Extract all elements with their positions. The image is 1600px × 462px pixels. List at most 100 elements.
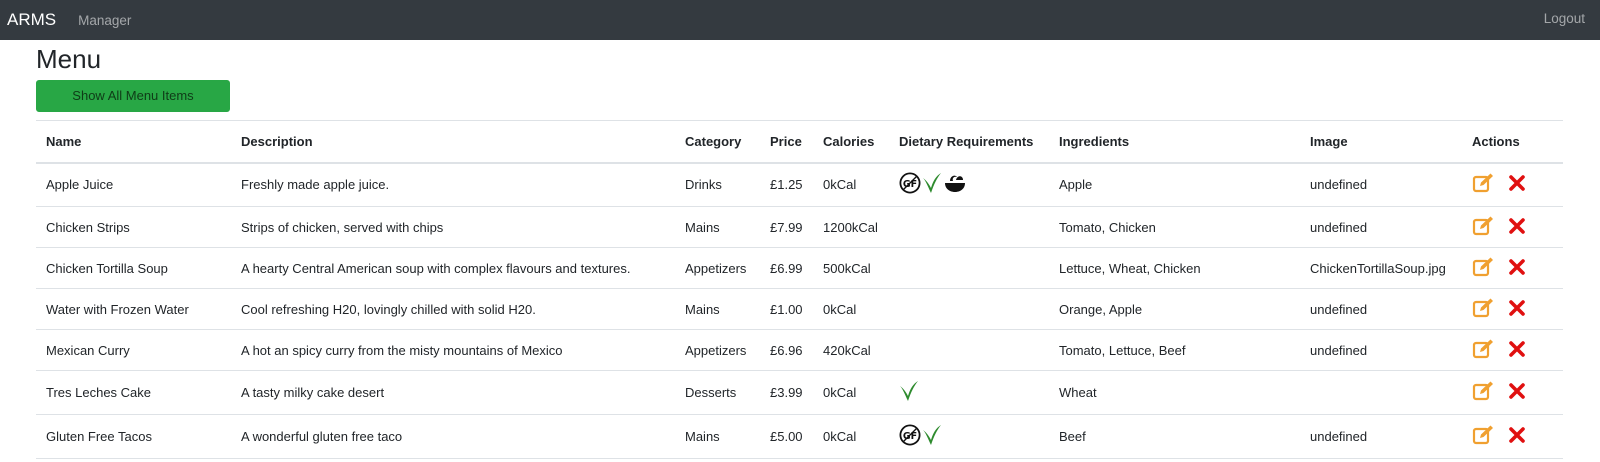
vegan-leaf-icon — [922, 424, 942, 446]
cell-ingredients: Apple — [1059, 177, 1093, 193]
cell-image: undefined — [1310, 219, 1368, 235]
delete-icon[interactable] — [1506, 256, 1528, 278]
cell-calories: 0kCal — [823, 301, 857, 317]
halal-bowl-icon — [943, 172, 967, 194]
row-actions — [1472, 172, 1528, 194]
cell-ingredients: Orange, Apple — [1059, 301, 1143, 317]
cell-price: £3.99 — [770, 385, 803, 400]
cell-category: Appetizers — [685, 260, 747, 276]
row-actions — [1472, 256, 1528, 278]
header-calories: Calories — [813, 120, 889, 164]
cell-calories: 420kCal — [823, 342, 871, 358]
row-actions — [1472, 380, 1528, 402]
cell-actions — [1462, 163, 1563, 207]
edit-icon[interactable] — [1472, 172, 1494, 194]
cell-price: £1.25 — [770, 177, 803, 193]
gluten-free-icon: GF — [899, 172, 921, 194]
cell-category: Drinks — [685, 177, 722, 193]
cell-dietary-requirements — [889, 289, 1049, 330]
cell-description: Freshly made apple juice. — [241, 177, 390, 193]
cell-category: Mains — [685, 301, 720, 317]
cell-image — [1300, 371, 1462, 415]
delete-icon[interactable] — [1506, 338, 1528, 360]
cell-category: Mains — [685, 219, 720, 235]
logout-link[interactable]: Logout — [1544, 11, 1585, 26]
header-actions: Actions — [1462, 120, 1563, 164]
delete-icon[interactable] — [1506, 172, 1528, 194]
header-name: Name — [36, 120, 231, 164]
cell-name: Mexican Curry — [46, 342, 130, 358]
cell-name: Tres Leches Cake — [46, 385, 152, 400]
cell-price: £5.00 — [770, 429, 803, 444]
cell-actions — [1462, 289, 1563, 330]
cell-dietary-requirements — [889, 371, 1049, 415]
table-row: Gluten Free Tacos A wonderful gluten free… — [36, 415, 1563, 459]
edit-icon[interactable] — [1472, 297, 1494, 319]
cell-price: £7.99 — [770, 219, 803, 235]
edit-icon[interactable] — [1472, 256, 1494, 278]
cell-image: ChickenTortillaSoup.jpg — [1310, 260, 1446, 276]
cell-ingredients: Beef — [1059, 429, 1086, 444]
cell-ingredients: Wheat — [1059, 385, 1097, 400]
cell-dietary-requirements: GF — [889, 163, 1049, 207]
cell-name: Water with Frozen Water — [46, 301, 189, 317]
cell-description: Cool refreshing H20, lovingly chilled wi… — [241, 301, 536, 317]
table-row: Mexican Curry A hot an spicy curry from t… — [36, 330, 1563, 371]
cell-dietary-requirements — [889, 330, 1049, 371]
row-actions — [1472, 297, 1528, 319]
header-category: Category — [675, 120, 760, 164]
cell-name: Chicken Strips — [46, 219, 130, 235]
header-description: Description — [231, 120, 675, 164]
table-row: Apple Juice Freshly made apple juice. Drin… — [36, 163, 1563, 207]
delete-icon[interactable] — [1506, 424, 1528, 446]
top-navbar: ARMS Manager Logout — [0, 0, 1600, 40]
row-actions — [1472, 338, 1528, 360]
show-all-menu-items-button[interactable]: Show All Menu Items — [36, 80, 230, 112]
delete-icon[interactable] — [1506, 215, 1528, 237]
cell-calories: 0kCal — [823, 429, 857, 444]
cell-category: Appetizers — [685, 342, 747, 358]
delete-icon[interactable] — [1506, 380, 1528, 402]
dietary-icons: GF — [899, 172, 967, 194]
edit-icon[interactable] — [1472, 424, 1494, 446]
cell-calories: 0kCal — [823, 385, 857, 400]
table-row: Tres Leches Cake A tasty milky cake deser… — [36, 371, 1563, 415]
cell-ingredients: Lettuce, Wheat, Chicken — [1059, 260, 1201, 276]
cell-description: Strips of chicken, served with chips — [241, 219, 444, 235]
edit-icon[interactable] — [1472, 338, 1494, 360]
cell-image: undefined — [1310, 301, 1368, 317]
cell-category: Desserts — [685, 385, 737, 400]
cell-actions — [1462, 207, 1563, 248]
brand-link[interactable]: ARMS — [7, 10, 56, 30]
cell-ingredients: Tomato, Lettuce, Beef — [1059, 342, 1186, 358]
cell-description: A hearty Central American soup with comp… — [241, 260, 631, 276]
cell-price: £1.00 — [770, 301, 803, 317]
cell-ingredients: Tomato, Chicken — [1059, 219, 1156, 235]
cell-calories: 500kCal — [823, 260, 871, 276]
header-price: Price — [760, 120, 813, 164]
cell-calories: 0kCal — [823, 177, 857, 193]
cell-price: £6.99 — [770, 260, 803, 276]
edit-icon[interactable] — [1472, 380, 1494, 402]
table-row: Water with Frozen Water Cool refreshing H… — [36, 289, 1563, 330]
cell-image: undefined — [1310, 342, 1368, 358]
cell-name: Apple Juice — [46, 177, 114, 193]
page-title: Menu — [36, 44, 102, 74]
header-image: Image — [1300, 120, 1462, 164]
cell-actions — [1462, 371, 1563, 415]
header-ingredients: Ingredients — [1049, 120, 1300, 164]
vegan-leaf-icon — [922, 172, 942, 194]
delete-icon[interactable] — [1506, 297, 1528, 319]
cell-image: undefined — [1310, 429, 1368, 444]
cell-calories: 1200kCal — [823, 219, 878, 235]
cell-price: £6.96 — [770, 342, 803, 358]
dietary-icons — [899, 380, 919, 402]
row-actions — [1472, 424, 1528, 446]
vegan-leaf-icon — [899, 380, 919, 402]
cell-dietary-requirements — [889, 248, 1049, 289]
nav-manager-link[interactable]: Manager — [78, 13, 131, 28]
header-dietary-requirements: Dietary Requirements — [889, 120, 1049, 164]
cell-category: Mains — [685, 429, 720, 444]
cell-actions — [1462, 248, 1563, 289]
edit-icon[interactable] — [1472, 215, 1494, 237]
